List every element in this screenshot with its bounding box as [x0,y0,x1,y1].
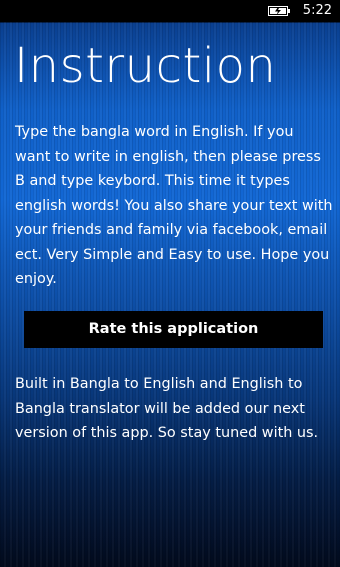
app-screen: 5:22 Instruction Type the bangla word in… [0,0,340,567]
status-bar: 5:22 [0,0,340,22]
instructions-text: Type the bangla word in English. If you … [15,124,333,287]
rate-application-button[interactable]: Rate this application [24,311,323,348]
status-time: 5:22 [302,3,332,18]
battery-charging-icon [268,6,290,16]
page-title: Instruction [14,38,277,94]
upcoming-feature-note: Built in Bangla to English and English t… [15,376,319,441]
